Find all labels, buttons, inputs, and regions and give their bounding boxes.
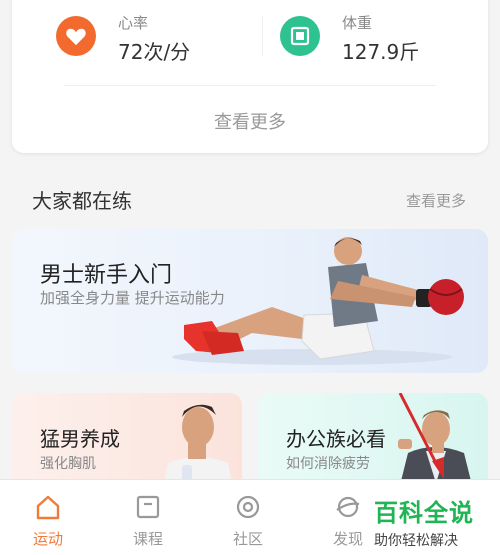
home-icon [36,495,60,520]
heart-icon [56,16,96,56]
weight-value: 127.9斤 [342,40,420,64]
weight-label: 体重 [342,14,373,32]
scale-icon [280,16,320,56]
community-icon [236,495,260,519]
stats-divider [64,85,436,86]
beginner-course-banner[interactable]: 男士新手入门 加强全身力量 提升运动能力 [12,229,488,373]
watermark-subtitle: 助你轻松解决 [374,533,458,549]
course-card-office[interactable]: 办公族必看 如何消除疲劳 [258,393,488,493]
tab-course[interactable]: 课程 [108,480,188,555]
stats-more-link[interactable]: 查看更多 [12,108,488,134]
card-office-title: 办公族必看 [286,427,386,451]
section-title: 大家都在练 [32,189,132,213]
course-icon [136,495,160,519]
tab-community-label: 社区 [232,530,263,548]
discover-icon [336,496,360,518]
card-office-subtitle: 如何消除疲劳 [286,456,370,472]
watermark: 百科全说 助你轻松解决 [374,493,494,550]
heart-rate-value: 72次/分 [118,40,191,64]
watermark-title: 百科全说 [374,499,474,527]
banner-subtitle: 加强全身力量 提升运动能力 [40,289,225,307]
card-muscle-title: 猛男养成 [40,427,120,451]
tab-course-label: 课程 [132,530,163,548]
stats-card: 心率 72次/分 体重 127.9斤 查看更多 [12,0,488,153]
stat-divider [262,16,263,56]
heart-rate-label: 心率 [118,14,149,32]
section-more-link[interactable]: 查看更多 [406,190,466,211]
banner-title: 男士新手入门 [40,263,173,288]
course-card-muscle[interactable]: 猛男养成 强化胸肌 [12,393,242,493]
card-muscle-subtitle: 强化胸肌 [40,456,96,472]
tab-sport-label: 运动 [32,530,63,548]
tab-sport[interactable]: 运动 [8,480,88,555]
tab-community[interactable]: 社区 [208,480,288,555]
